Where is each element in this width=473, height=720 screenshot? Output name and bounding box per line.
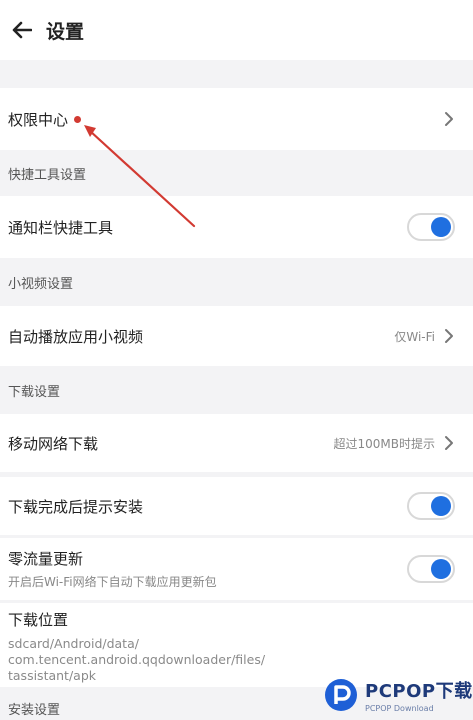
permission-center-label: 权限中心 (8, 110, 69, 129)
arrow-left-icon[interactable] (0, 0, 44, 60)
red-dot-badge (74, 115, 82, 123)
zero-traffic-update-toggle[interactable] (407, 555, 455, 583)
watermark-subtitle: PCPOP Download (365, 704, 434, 713)
chevron-right-icon (445, 329, 453, 343)
notification-shortcut-row[interactable]: 通知栏快捷工具 (0, 196, 473, 258)
autoplay-video-value: 仅Wi-Fi (394, 329, 435, 344)
section-header-download: 下载设置 (8, 384, 61, 400)
notification-shortcut-toggle[interactable] (407, 213, 455, 241)
install-prompt-label: 下载完成后提示安装 (8, 497, 144, 516)
chevron-right-icon (445, 436, 453, 450)
zero-traffic-update-label: 零流量更新 (8, 550, 84, 568)
install-prompt-toggle[interactable] (407, 492, 455, 520)
path-line: sdcard/Android/data/ (8, 636, 139, 651)
chevron-right-icon (445, 112, 453, 126)
download-location-label: 下载位置 (8, 611, 69, 629)
permission-center-row[interactable]: 权限中心 (0, 88, 473, 150)
app-header: 设置 (0, 0, 473, 60)
page-title: 设置 (46, 20, 85, 43)
notification-shortcut-label: 通知栏快捷工具 (8, 218, 114, 237)
zero-traffic-update-description: 开启后Wi-Fi网络下自动下载应用更新包 (8, 575, 217, 589)
path-line: tassistant/apk (8, 668, 97, 683)
toggle-knob (431, 217, 451, 237)
toggle-knob (431, 496, 451, 516)
path-line: com.tencent.android.qqdownloader/files/ (8, 652, 266, 667)
mobile-download-value: 超过100MB时提示 (333, 436, 436, 451)
toggle-knob (431, 559, 451, 579)
section-header-shortcut: 快捷工具设置 (8, 167, 87, 183)
mobile-download-row[interactable]: 移动网络下载 超过100MB时提示 (0, 414, 473, 472)
zero-traffic-update-row[interactable]: 零流量更新 开启后Wi-Fi网络下自动下载应用更新包 (0, 538, 473, 600)
watermark-title: PCPOP下载 (365, 681, 473, 702)
autoplay-video-row[interactable]: 自动播放应用小视频 仅Wi-Fi (0, 306, 473, 366)
autoplay-video-label: 自动播放应用小视频 (8, 327, 144, 346)
watermark: PCPOP下载 PCPOP Download (323, 670, 473, 720)
mobile-download-label: 移动网络下载 (8, 434, 99, 453)
install-prompt-row[interactable]: 下载完成后提示安装 (0, 477, 473, 535)
section-header-video: 小视频设置 (8, 276, 74, 292)
pcpop-logo-icon (325, 679, 357, 711)
download-location-path: sdcard/Android/data/ com.tencent.android… (8, 636, 265, 684)
